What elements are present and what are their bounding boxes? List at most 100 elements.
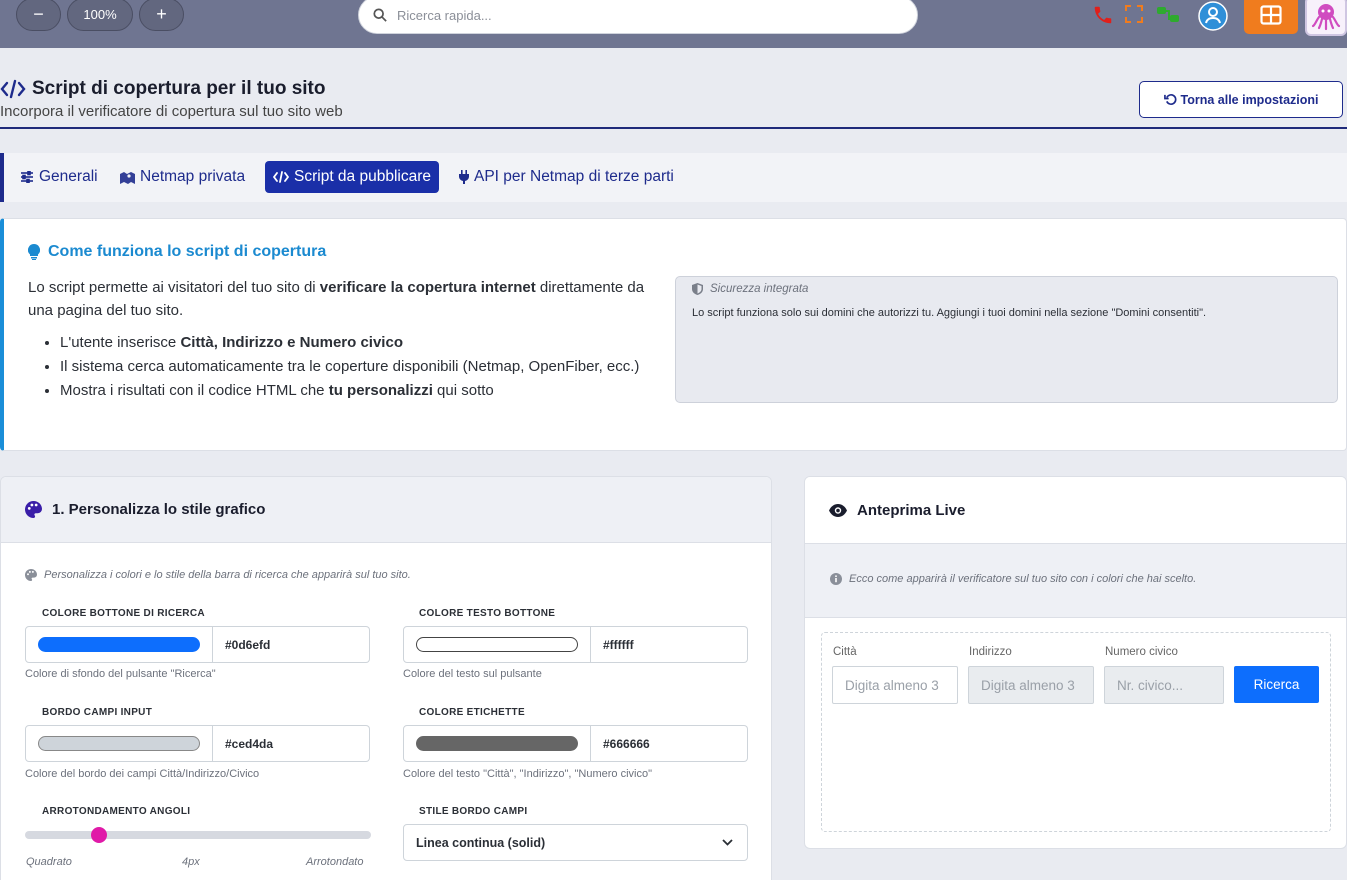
shield-icon: [692, 283, 703, 295]
label-color-input[interactable]: #666666: [591, 725, 748, 762]
grid-icon: [1260, 5, 1282, 25]
preview-widget: Città Digita almeno 3 Indirizzo Digita a…: [821, 632, 1331, 832]
search-input[interactable]: [397, 7, 877, 23]
color-swatch: [416, 637, 578, 652]
label-color-label: COLORE ETICHETTE: [419, 707, 525, 718]
phone-icon[interactable]: [1092, 4, 1114, 26]
city-placeholder: Digita almeno 3: [845, 677, 939, 693]
user-icon[interactable]: [1198, 1, 1228, 31]
info-title: Come funziona lo script di copertura: [28, 243, 326, 261]
button-color-picker[interactable]: [25, 626, 213, 663]
radius-slider[interactable]: [25, 827, 371, 843]
border-style-value: Linea continua (solid): [416, 835, 546, 850]
top-bar: − 100% +: [0, 0, 1347, 48]
tab-label: Script da pubblicare: [294, 168, 431, 185]
address-label: Indirizzo: [969, 646, 1012, 658]
network-icon[interactable]: [1155, 4, 1183, 26]
search-button[interactable]: Ricerca: [1234, 666, 1319, 703]
button-text-color-field: #ffffff: [403, 626, 748, 663]
bullet-text: Mostra i risultati con il codice HTML ch…: [60, 382, 329, 399]
button-text-color-help: Colore del testo sul pulsante: [403, 668, 542, 680]
back-to-settings-button[interactable]: Torna alle impostazioni: [1139, 81, 1343, 118]
page-title-text: Script di copertura per il tuo sito: [32, 78, 326, 99]
tab-generali[interactable]: Generali: [12, 161, 106, 193]
quick-search[interactable]: [358, 0, 918, 34]
label-color-picker[interactable]: [403, 725, 591, 762]
info-intro: Lo script permette ai visitatori del tuo…: [28, 276, 658, 322]
address-input[interactable]: Digita almeno 3: [968, 666, 1094, 704]
page-title: Script di copertura per il tuo sito: [0, 78, 325, 100]
preview-header: Anteprima Live: [805, 477, 1346, 544]
input-border-input[interactable]: #ced4da: [213, 725, 370, 762]
list-item: Mostra i risultati con il codice HTML ch…: [60, 379, 660, 402]
fullscreen-icon[interactable]: [1124, 4, 1144, 24]
tab-netmap-privata[interactable]: Netmap privata: [112, 161, 253, 193]
style-hint-text: Personalizza i colori e lo stile della b…: [44, 569, 411, 581]
bullet-text: L'utente inserisce: [60, 334, 181, 351]
grid-button[interactable]: [1244, 0, 1298, 34]
style-card: 1. Personalizza lo stile grafico Persona…: [0, 476, 772, 880]
number-placeholder: Nr. civico...: [1117, 677, 1184, 693]
color-swatch: [416, 736, 578, 751]
city-input[interactable]: Digita almeno 3: [832, 666, 958, 704]
border-style-select[interactable]: Linea continua (solid): [403, 824, 748, 861]
radius-label: ARROTONDAMENTO ANGOLI: [42, 806, 191, 817]
list-item: Il sistema cerca automaticamente tra le …: [60, 355, 660, 378]
tab-label: API per Netmap di terze parti: [474, 168, 674, 185]
zoom-level-button[interactable]: 100%: [67, 0, 133, 31]
style-title: 1. Personalizza lo stile grafico: [52, 501, 266, 518]
preview-info: Ecco come apparirà il verificatore sul t…: [805, 544, 1346, 618]
zoom-level: 100%: [83, 7, 117, 22]
input-border-picker[interactable]: [25, 725, 213, 762]
code-icon: [0, 79, 26, 99]
button-color-input[interactable]: #0d6efd: [213, 626, 370, 663]
city-label: Città: [833, 646, 857, 658]
preview-hint-text: Ecco come apparirà il verificatore sul t…: [849, 573, 1197, 585]
bullet-bold: tu personalizzi: [328, 382, 433, 399]
bullet-bold: Città, Indirizzo e Numero civico: [180, 334, 403, 351]
tab-label: Generali: [39, 168, 98, 185]
chevron-down-icon: [722, 839, 733, 846]
slider-handle[interactable]: [91, 827, 107, 843]
intro-bold: verificare la copertura internet: [319, 279, 536, 296]
zoom-out-button[interactable]: −: [16, 0, 61, 31]
info-icon: [830, 573, 842, 585]
preview-hint: Ecco come apparirà il verificatore sul t…: [830, 573, 1196, 585]
button-color-help: Colore di sfondo del pulsante "Ricerca": [25, 668, 216, 680]
bullet-text: Il sistema cerca automaticamente tra le …: [60, 358, 640, 375]
tab-label: Netmap privata: [140, 168, 246, 185]
tab-api-netmap[interactable]: API per Netmap di terze parti: [451, 161, 682, 193]
intro-part: Lo script permette ai visitatori del tuo…: [28, 279, 320, 296]
label-color-help: Colore del testo "Città", "Indirizzo", "…: [403, 768, 653, 780]
bullet-text: qui sotto: [432, 382, 494, 399]
button-text-color-picker[interactable]: [403, 626, 591, 663]
security-title: Sicurezza integrata: [692, 283, 808, 295]
address-placeholder: Digita almeno 3: [981, 677, 1075, 693]
style-hint: Personalizza i colori e lo stile della b…: [25, 569, 411, 581]
zoom-in-button[interactable]: +: [139, 0, 184, 31]
list-item: L'utente inserisce Città, Indirizzo e Nu…: [60, 331, 660, 354]
page-subtitle: Incorpora il verificatore di copertura s…: [0, 103, 343, 120]
tab-bar: Generali Netmap privata Script da pubbli…: [0, 153, 1347, 202]
octopus-logo[interactable]: [1305, 0, 1347, 36]
input-border-label: BORDO CAMPI INPUT: [42, 707, 153, 718]
palette-icon: [25, 569, 37, 581]
search-button-label: Ricerca: [1253, 677, 1300, 692]
plug-icon: [459, 170, 469, 184]
button-text-color-input[interactable]: #ffffff: [591, 626, 748, 663]
border-style-label: STILE BORDO CAMPI: [419, 806, 528, 817]
label-color-field: #666666: [403, 725, 748, 762]
radius-max-label: Arrotondato: [306, 856, 364, 868]
radius-value-label: 4px: [182, 856, 200, 868]
button-color-label: COLORE BOTTONE DI RICERCA: [42, 608, 205, 619]
number-input[interactable]: Nr. civico...: [1104, 666, 1224, 704]
number-label: Numero civico: [1105, 646, 1178, 658]
palette-icon: [25, 501, 42, 518]
input-border-help: Colore del bordo dei campi Città/Indiriz…: [25, 768, 260, 780]
tab-script-da-pubblicare[interactable]: Script da pubblicare: [265, 161, 439, 193]
undo-icon: [1163, 94, 1176, 105]
security-box: Sicurezza integrata Lo script funziona s…: [675, 276, 1338, 403]
info-title-text: Come funziona lo script di copertura: [48, 243, 327, 260]
security-text: Lo script funziona solo sui domini che a…: [692, 307, 1207, 319]
back-button-label: Torna alle impostazioni: [1180, 92, 1319, 107]
